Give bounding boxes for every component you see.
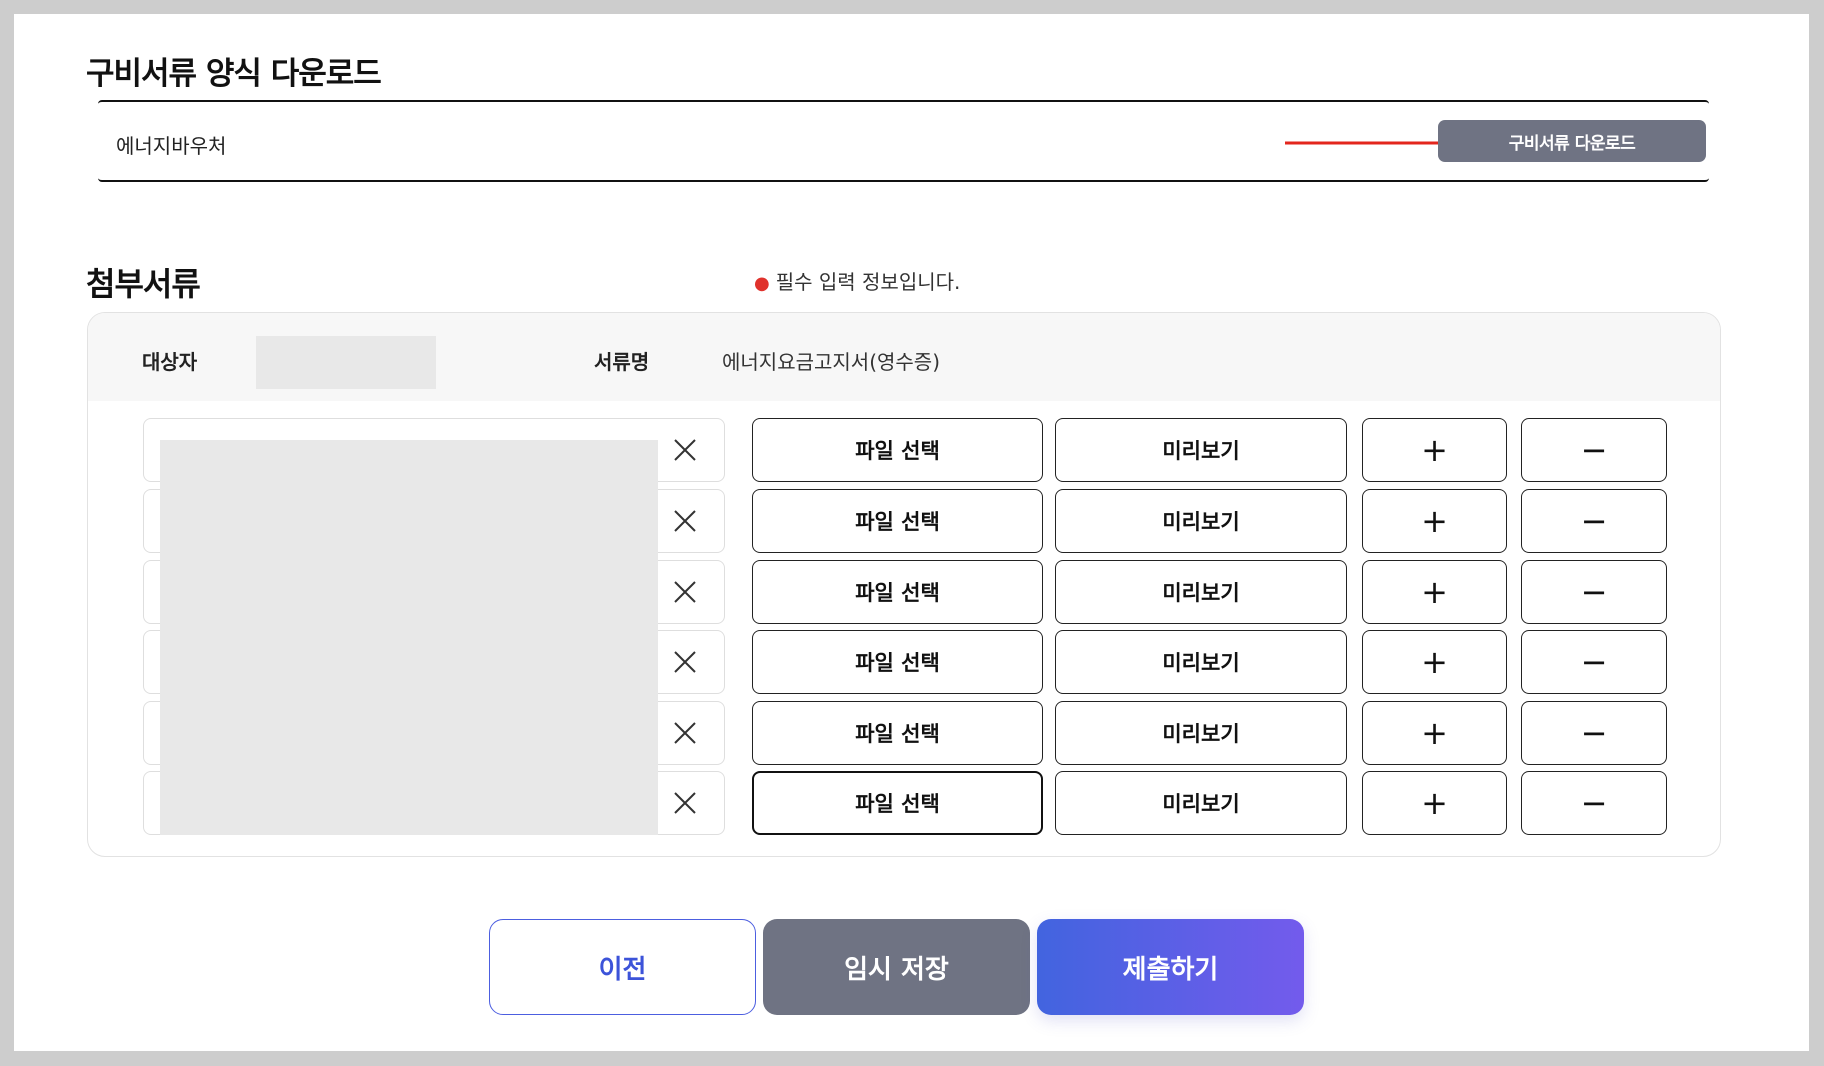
- remove-row-button[interactable]: −: [1521, 489, 1667, 553]
- prev-button[interactable]: 이전: [489, 919, 756, 1015]
- page: 구비서류 양식 다운로드 에너지바우처 구비서류 다운로드 첨부서류 ● 필수 입…: [14, 14, 1809, 1051]
- add-row-button[interactable]: +: [1362, 771, 1507, 835]
- remove-row-button[interactable]: −: [1521, 771, 1667, 835]
- close-icon[interactable]: [670, 435, 700, 465]
- close-icon[interactable]: [670, 577, 700, 607]
- remove-row-button[interactable]: −: [1521, 630, 1667, 694]
- download-item-label: 에너지바우처: [116, 134, 227, 158]
- close-icon[interactable]: [670, 788, 700, 818]
- required-note-text: 필수 입력 정보입니다.: [775, 270, 961, 294]
- file-select-button[interactable]: 파일 선택: [752, 771, 1043, 835]
- preview-button[interactable]: 미리보기: [1055, 701, 1347, 765]
- remove-row-button[interactable]: −: [1521, 560, 1667, 624]
- file-select-button[interactable]: 파일 선택: [752, 418, 1043, 482]
- required-note: ● 필수 입력 정보입니다.: [754, 266, 960, 295]
- download-section-title: 구비서류 양식 다운로드: [86, 56, 382, 92]
- preview-button[interactable]: 미리보기: [1055, 630, 1347, 694]
- preview-button[interactable]: 미리보기: [1055, 489, 1347, 553]
- preview-button[interactable]: 미리보기: [1055, 771, 1347, 835]
- file-select-button[interactable]: 파일 선택: [752, 560, 1043, 624]
- close-icon[interactable]: [670, 718, 700, 748]
- attachments-title: 첨부서류: [86, 265, 201, 303]
- add-row-button[interactable]: +: [1362, 418, 1507, 482]
- add-row-button[interactable]: +: [1362, 560, 1507, 624]
- temp-save-button[interactable]: 임시 저장: [763, 919, 1030, 1015]
- preview-button[interactable]: 미리보기: [1055, 560, 1347, 624]
- file-select-button[interactable]: 파일 선택: [752, 489, 1043, 553]
- remove-row-button[interactable]: −: [1521, 701, 1667, 765]
- preview-button[interactable]: 미리보기: [1055, 418, 1347, 482]
- doc-name-label: 서류명: [594, 350, 650, 374]
- target-value-masked: [256, 336, 436, 389]
- action-bar: 이전 임시 저장 제출하기: [14, 919, 1809, 1031]
- target-label: 대상자: [142, 350, 198, 374]
- submit-button[interactable]: 제출하기: [1037, 919, 1304, 1015]
- file-select-button[interactable]: 파일 선택: [752, 630, 1043, 694]
- close-icon[interactable]: [670, 647, 700, 677]
- doc-name-value: 에너지요금고지서(영수증): [722, 350, 941, 374]
- file-names-masked: [160, 440, 658, 835]
- attachments-box: 대상자 서류명 에너지요금고지서(영수증) 파일 선택 미리보기 + − 파일 …: [87, 312, 1721, 857]
- download-box: 에너지바우처 구비서류 다운로드: [98, 100, 1709, 182]
- required-dot-icon: ●: [754, 273, 770, 294]
- add-row-button[interactable]: +: [1362, 630, 1507, 694]
- file-select-button[interactable]: 파일 선택: [752, 701, 1043, 765]
- attachments-header: 대상자 서류명 에너지요금고지서(영수증): [88, 313, 1720, 401]
- remove-row-button[interactable]: −: [1521, 418, 1667, 482]
- add-row-button[interactable]: +: [1362, 489, 1507, 553]
- add-row-button[interactable]: +: [1362, 701, 1507, 765]
- close-icon[interactable]: [670, 506, 700, 536]
- download-documents-button[interactable]: 구비서류 다운로드: [1438, 120, 1706, 162]
